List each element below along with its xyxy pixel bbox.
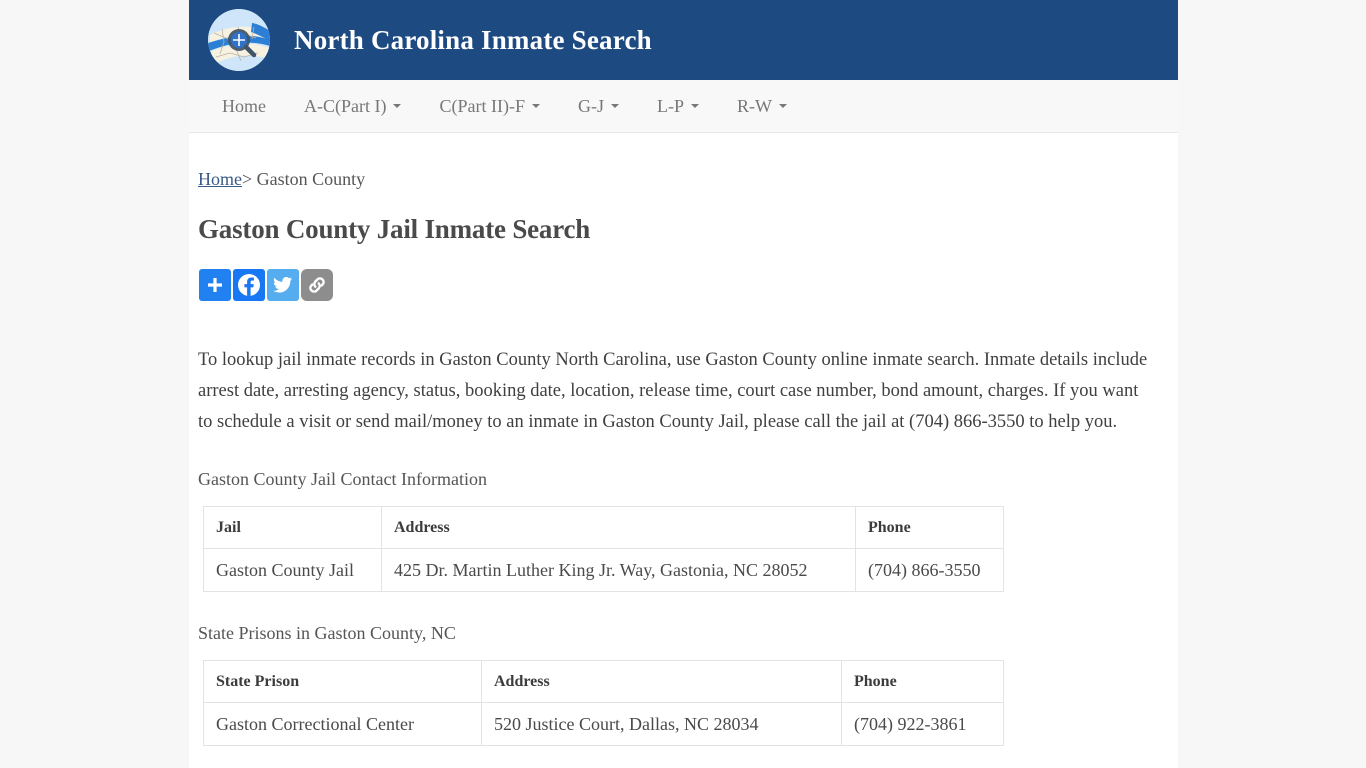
page-title: Gaston County Jail Inmate Search bbox=[198, 214, 591, 244]
chevron-down-icon bbox=[393, 104, 402, 108]
nav-item-label: A-C(Part I) bbox=[304, 95, 387, 116]
link-icon bbox=[309, 277, 325, 293]
site-header: North Carolina Inmate Search bbox=[189, 0, 1178, 80]
site-title: North Carolina Inmate Search bbox=[294, 24, 652, 55]
table-row: Gaston County Jail 425 Dr. Martin Luther… bbox=[203, 548, 1004, 592]
column-header-phone: Phone bbox=[855, 506, 1004, 549]
chevron-down-icon bbox=[690, 104, 699, 108]
share-buttons bbox=[199, 263, 1154, 301]
cell-prison-address: 520 Justice Court, Dallas, NC 28034 bbox=[481, 702, 842, 746]
facebook-icon bbox=[238, 274, 260, 296]
breadcrumb-separator: > bbox=[242, 169, 253, 189]
share-facebook-button[interactable] bbox=[233, 269, 265, 301]
page-background: North Carolina Inmate Search Home A-C(Pa… bbox=[0, 0, 1366, 768]
nav-item-a-c-part-1[interactable]: A-C(Part I) bbox=[285, 81, 420, 132]
nav-item-label: R-W bbox=[736, 95, 772, 116]
table-header-row: State Prison Address Phone bbox=[203, 660, 1004, 703]
column-header-phone: Phone bbox=[841, 660, 1004, 703]
chevron-down-icon bbox=[778, 104, 787, 108]
twitter-icon bbox=[273, 277, 293, 293]
chevron-down-icon bbox=[610, 104, 619, 108]
share-copy-link-button[interactable] bbox=[301, 269, 333, 301]
nav-item-home[interactable]: Home bbox=[203, 81, 285, 132]
nav-item-label: G-J bbox=[577, 95, 604, 116]
plus-icon bbox=[208, 278, 222, 292]
nav-item-l-p[interactable]: L-P bbox=[638, 81, 718, 132]
jail-section-label: Gaston County Jail Contact Information bbox=[198, 469, 487, 489]
main-navigation: Home A-C(Part I) C(Part II)-F G-J L-P R-… bbox=[189, 80, 1178, 133]
cell-jail-phone: (704) 866-3550 bbox=[855, 548, 1004, 592]
cell-jail-name: Gaston County Jail bbox=[203, 548, 382, 592]
chevron-down-icon bbox=[531, 104, 540, 108]
nav-item-label: Home bbox=[222, 95, 266, 116]
column-header-address: Address bbox=[381, 506, 856, 549]
table-row: Gaston Correctional Center 520 Justice C… bbox=[203, 702, 1004, 746]
nav-item-r-w[interactable]: R-W bbox=[718, 81, 806, 132]
breadcrumb-home-link[interactable]: Home bbox=[198, 169, 242, 189]
column-header-state-prison: State Prison bbox=[203, 660, 482, 703]
jail-contact-table: Jail Address Phone Gaston County Jail 42… bbox=[203, 506, 1004, 592]
column-header-address: Address bbox=[481, 660, 842, 703]
site-container: North Carolina Inmate Search Home A-C(Pa… bbox=[189, 0, 1178, 768]
nav-item-g-j[interactable]: G-J bbox=[559, 81, 638, 132]
cell-prison-name: Gaston Correctional Center bbox=[203, 702, 482, 746]
state-prison-table: State Prison Address Phone Gaston Correc… bbox=[203, 660, 1004, 746]
breadcrumb-current: Gaston County bbox=[256, 169, 366, 189]
breadcrumb: Home> Gaston County bbox=[198, 169, 1154, 190]
nav-item-c-part-2-f[interactable]: C(Part II)-F bbox=[420, 81, 558, 132]
nav-item-label: L-P bbox=[656, 95, 684, 116]
nav-item-label: C(Part II)-F bbox=[439, 95, 525, 116]
share-addthis-button[interactable] bbox=[199, 269, 231, 301]
column-header-jail: Jail bbox=[203, 506, 382, 549]
cell-prison-phone: (704) 922-3861 bbox=[841, 702, 1004, 746]
prison-section-label: State Prisons in Gaston County, NC bbox=[198, 623, 456, 643]
nc-map-magnifier-icon[interactable] bbox=[208, 9, 270, 71]
main-content: Home> Gaston County Gaston County Jail I… bbox=[189, 133, 1178, 746]
cell-jail-address: 425 Dr. Martin Luther King Jr. Way, Gast… bbox=[381, 548, 856, 592]
share-twitter-button[interactable] bbox=[267, 269, 299, 301]
table-header-row: Jail Address Phone bbox=[203, 506, 1004, 549]
intro-paragraph: To lookup jail inmate records in Gaston … bbox=[198, 350, 1148, 432]
